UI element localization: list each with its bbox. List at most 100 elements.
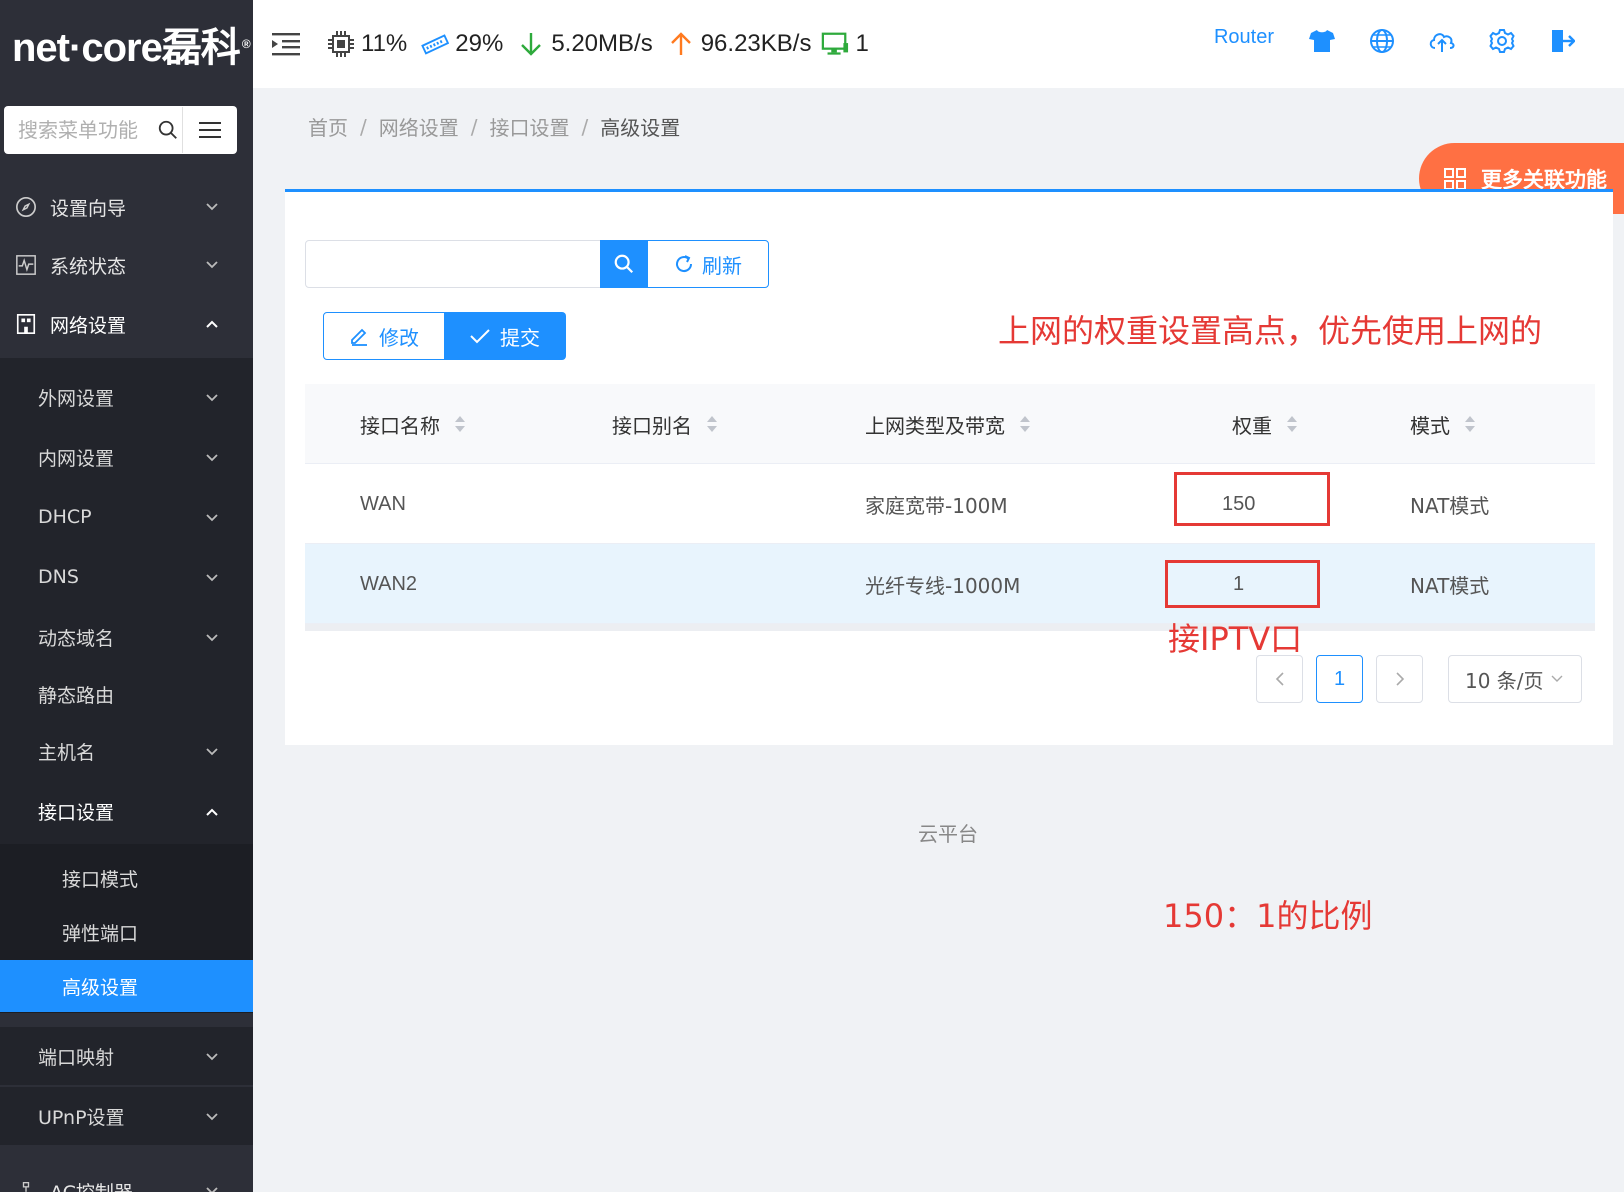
edit-button[interactable]: 修改 [323,312,445,360]
globe-icon[interactable] [1366,25,1398,57]
table-header: 接口名称 接口别名 上网类型及带宽 权重 模式 [305,384,1595,464]
router-link[interactable]: Router [1214,26,1274,49]
chevron-up-icon [205,800,219,822]
sort-icon[interactable] [706,414,718,434]
cell-mode: NAT模式 [1410,493,1490,518]
interface-settings-submenu: 接口模式 弹性端口 高级设置 [0,844,253,1013]
sidebar-item-system-status[interactable]: 系统状态 [0,236,253,294]
column-header-mode[interactable]: 模式 [1410,384,1476,464]
gear-icon[interactable] [1486,25,1518,57]
sidebar-item-label: 外网设置 [38,387,115,410]
sort-icon[interactable] [1286,414,1298,434]
cpu-usage: 11% [327,30,407,58]
logout-icon[interactable] [1546,25,1578,57]
column-header-label: 上网类型及带宽 [865,413,1005,438]
check-icon [470,328,490,344]
page-number-button[interactable]: 1 [1316,655,1363,703]
page-size-select[interactable]: 10 条/页 [1448,655,1582,703]
cpu-chip-icon [327,30,355,58]
column-header-label: 权重 [1232,413,1272,438]
sidebar-item-label: 弹性端口 [62,922,139,945]
chevron-down-icon [205,626,219,648]
search-button[interactable] [600,240,648,288]
iptv-annotation: 接IPTV口 [1168,620,1303,658]
grid-icon [1443,167,1467,191]
arrow-up-icon [667,30,695,58]
sidebar-item-hostname[interactable]: 主机名 [0,722,253,780]
column-header-alias[interactable]: 接口别名 [612,384,718,464]
refresh-label: 刷新 [702,253,742,278]
next-page-button[interactable] [1376,655,1423,703]
sidebar-item-static-route[interactable]: 静态路由 [0,665,253,723]
tshirt-icon[interactable] [1306,25,1338,57]
sidebar-item-upnp[interactable]: UPnP设置 [0,1087,253,1145]
sidebar-item-network-settings[interactable]: 网络设置 [0,295,253,353]
chevron-down-icon [205,1105,219,1127]
breadcrumb-interface[interactable]: 接口设置 [490,112,570,141]
page-size-value: 10 条/页 [1465,668,1544,693]
submit-label: 提交 [500,325,540,350]
sidebar-item-label: 静态路由 [38,684,115,707]
sidebar-item-dns[interactable]: DNS [0,548,253,606]
chevron-down-icon [205,740,219,762]
column-header-name[interactable]: 接口名称 [360,384,466,464]
sidebar-item-label: 设置向导 [50,197,127,220]
sort-icon[interactable] [1464,414,1476,434]
sidebar-item-label: 接口模式 [62,868,139,891]
sidebar-item-dhcp[interactable]: DHCP [0,488,253,546]
cloud-upload-icon[interactable] [1426,25,1458,57]
sidebar-item-elastic-port[interactable]: 弹性端口 [0,906,253,958]
cell-mode: NAT模式 [1410,573,1490,598]
breadcrumb-separator: / [360,114,367,139]
column-header-weight[interactable]: 权重 [1232,384,1298,464]
sidebar-item-label: 主机名 [38,741,96,764]
upload-speed: 96.23KB/s [667,30,812,58]
memory-usage: 29% [421,30,503,58]
footer-cloud-platform[interactable]: 云平台 [918,818,978,847]
collapse-menu-icon[interactable] [271,29,301,59]
menu-toggle-icon[interactable] [182,107,237,153]
sidebar-item-ddns[interactable]: 动态域名 [0,608,253,666]
sidebar-item-ac-controller[interactable]: AC控制器 [0,1162,253,1192]
breadcrumb: 首页 / 网络设置 / 接口设置 / 高级设置 [308,112,680,141]
table-row[interactable]: WAN2 光纤专线-1000M 1 NAT模式 [305,544,1595,624]
column-header-type[interactable]: 上网类型及带宽 [865,384,1031,464]
sidebar-item-label: 内网设置 [38,447,115,470]
highlight-box [1165,560,1320,608]
upload-value: 96.23KB/s [700,30,812,57]
sidebar-item-port-mapping[interactable]: 端口映射 [0,1027,253,1085]
chevron-down-icon [205,200,219,214]
menu-search-input[interactable] [4,107,154,153]
search-icon[interactable] [154,107,182,153]
sort-icon[interactable] [454,414,466,434]
table-search-input[interactable] [305,240,601,288]
submit-button[interactable]: 提交 [444,312,566,360]
sidebar-item-lan[interactable]: 内网设置 [0,428,253,486]
breadcrumb-current: 高级设置 [600,116,681,140]
sidebar-item-advanced-settings[interactable]: 高级设置 [0,960,253,1012]
sidebar-item-label: DHCP [38,506,92,528]
cell-type: 光纤专线-1000M [865,573,1021,598]
pulse-chart-icon [13,252,39,278]
monitor-icon [821,30,849,58]
column-header-label: 模式 [1410,413,1450,438]
brand-logo[interactable]: net·core磊科 ® [0,0,253,88]
table-scrollbar[interactable] [305,624,1595,631]
refresh-button[interactable]: 刷新 [647,240,769,288]
breadcrumb-network[interactable]: 网络设置 [379,112,459,141]
breadcrumb-separator: / [470,114,478,139]
column-header-label: 接口名称 [360,413,440,438]
building-icon [13,311,39,337]
sidebar-item-setup-wizard[interactable]: 设置向导 [0,178,253,236]
breadcrumb-home[interactable]: 首页 [308,112,348,141]
table-row[interactable]: WAN 家庭宽带-100M 150 NAT模式 [305,464,1595,544]
sidebar-item-wan[interactable]: 外网设置 [0,368,253,426]
sidebar-item-label: AC控制器 [50,1178,133,1192]
menu-search [4,106,237,154]
prev-page-button[interactable] [1256,655,1303,703]
sidebar-item-interface-mode[interactable]: 接口模式 [0,852,253,904]
client-count-value: 1 [855,30,869,57]
breadcrumb-separator: / [581,114,589,139]
sidebar-item-interface-settings[interactable]: 接口设置 [0,782,253,840]
sort-icon[interactable] [1019,414,1031,434]
